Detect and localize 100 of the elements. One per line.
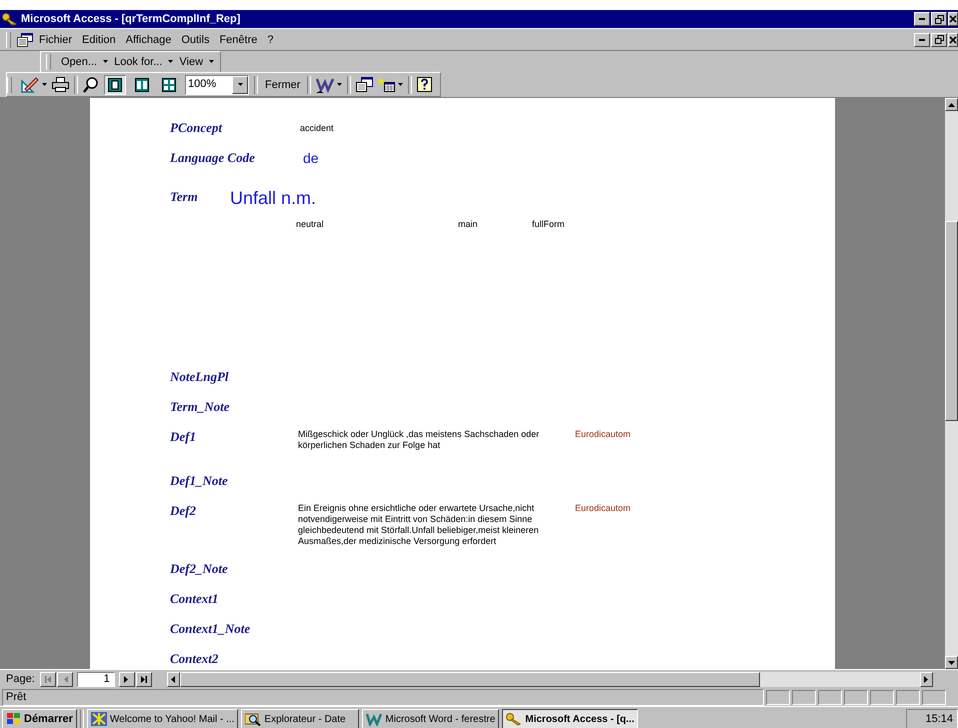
taskbar-button[interactable]: Explorateur - Date [241,709,360,728]
status-panel [766,690,790,704]
menu-item[interactable]: Fichier [35,34,76,46]
key-icon [506,712,522,726]
dropdown-icon [238,83,242,86]
minimize-button[interactable] [914,12,930,26]
magnifier-icon[interactable] [83,76,99,92]
menu-item[interactable]: Fenêtre [215,34,262,46]
minimize-button[interactable] [914,32,930,46]
design-view-icon[interactable] [21,76,39,92]
status-text: Prêt [2,688,764,706]
restore-button[interactable] [931,32,947,46]
field-label: Context1 [170,591,220,607]
first-page-icon [44,676,52,682]
menu-item[interactable]: Affichage [122,34,176,46]
scroll-thumb[interactable] [180,672,760,686]
definition-text: Mißgeschick oder Unglück ,das meistens Sachschaden oder körperlichen Schaden zur Folge hat [298,429,540,451]
document-window-icon[interactable] [17,32,33,46]
taskbar-button[interactable]: Microsoft Word - ferestre [362,709,500,728]
next-page-button[interactable] [118,672,135,686]
zoom-combo[interactable]: 100% [185,74,249,94]
taskbar-button[interactable]: Welcome to Yahoo! Mail - ... [86,709,238,728]
scroll-thumb[interactable] [945,221,958,421]
close-preview-button[interactable]: Fermer [263,78,302,90]
scroll-up-button[interactable] [945,98,958,111]
down-arrow-icon [948,660,955,664]
database-window-icon[interactable] [356,77,374,92]
term-attribute: neutral [296,219,325,231]
scroll-left-button[interactable] [166,672,180,686]
close-icon [949,36,957,44]
dropdown-icon[interactable] [209,60,214,63]
last-page-button[interactable] [136,672,152,686]
toolbar-menu[interactable]: Look for... [112,56,164,68]
toolbar-menu[interactable]: View [177,56,206,68]
dropdown-icon[interactable] [337,83,342,86]
window-title: Microsoft Access - [qrTermComplInf_Rep] [21,13,240,25]
help-icon[interactable] [417,77,432,92]
status-panel [792,690,816,704]
dropdown-icon[interactable] [42,83,47,86]
taskbar-button[interactable]: Microsoft Access - [q... [502,709,638,728]
minimize-icon [919,38,925,40]
web-mail-icon [90,712,107,726]
term-value: Unfall n.m. [230,189,316,207]
field-label: Context1_Note [170,621,252,637]
field-label: Def1 [170,429,197,445]
source-text: Eurodicautom [575,429,631,440]
last-page-icon [140,676,148,682]
menu-item[interactable]: ? [263,34,278,46]
scroll-right-button[interactable] [920,672,933,686]
field-label: Def2 [170,503,197,519]
new-table-icon[interactable] [378,77,396,92]
field-label: Def1_Note [170,473,229,489]
toolbar-menu[interactable]: Open... [59,56,100,68]
restore-icon [934,14,944,24]
two-pages-icon [135,78,149,92]
restore-icon [934,35,944,44]
close-button[interactable] [948,32,958,46]
status-panel [844,690,868,704]
definition-text: Ein Ereignis ohne ersichtliche oder erwartete Ursache,nicht notvendigerweise mit Eintritt von Schäden:in diesem Sinne gleichbedeutend mit Störfall.Unfall beliebiger,meist kleineren Ausmaßes,der medizinische Versorgung erfordert [298,503,540,547]
folder-search-icon [245,712,262,726]
scroll-down-button[interactable] [945,656,958,669]
field-label: Term_Note [170,399,230,415]
close-icon [949,15,957,23]
page-label: Page: [6,673,35,685]
field-label: Context2 [170,651,220,667]
dropdown-icon[interactable] [168,60,174,63]
right-arrow-icon [924,676,928,682]
clock: 15:14 [906,709,958,728]
key-icon [2,12,18,26]
status-panel [922,690,946,704]
field-label: Term [170,189,199,205]
status-panel [896,690,920,704]
field-label: Language Code [170,150,256,166]
field-label: Def2_Note [170,561,229,577]
field-value: accident [300,122,334,135]
field-label: NoteLngPl [170,369,230,385]
left-arrow-icon [171,676,176,682]
status-panel [870,690,894,704]
menu-item[interactable]: Edition [78,34,120,46]
page-number-field[interactable]: 1 [76,672,115,686]
word-icon[interactable] [316,76,334,92]
restore-button[interactable] [931,12,947,26]
one-page-button[interactable] [104,74,126,94]
status-panel [818,690,842,704]
field-value: de [303,150,319,166]
dropdown-icon[interactable] [398,83,404,86]
minimize-icon [919,18,925,20]
printer-icon[interactable] [52,77,69,92]
menu-item[interactable]: Outils [177,34,214,46]
word-icon [366,712,382,726]
one-page-icon [108,78,122,92]
source-text: Eurodicautom [575,503,631,514]
up-arrow-icon [948,102,955,106]
term-attribute: fullForm [532,219,565,231]
term-attribute: main [458,219,479,231]
close-button[interactable] [948,12,958,26]
field-label: PConcept [170,120,224,136]
start-button[interactable]: Démarrer [2,709,77,728]
multiple-pages-icon [162,78,176,92]
dropdown-icon[interactable] [103,60,108,63]
